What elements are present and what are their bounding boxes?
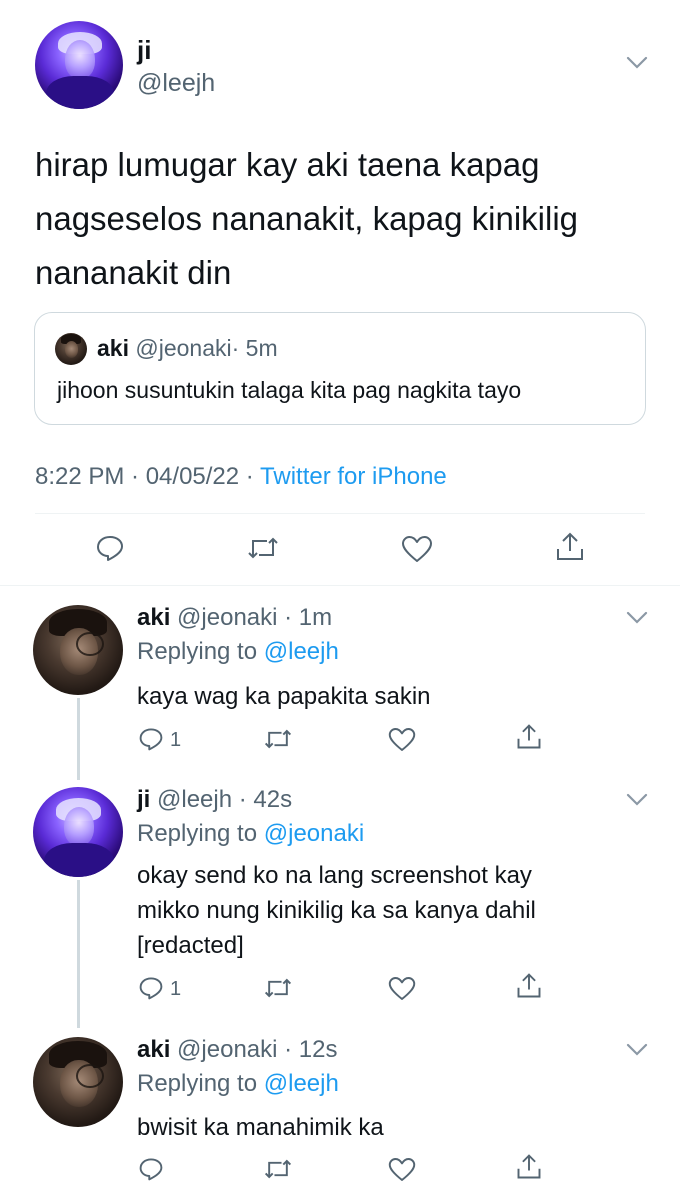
- reply-icon[interactable]: [138, 726, 164, 752]
- replying-to: Replying to @jeonaki: [137, 820, 365, 847]
- retweet-icon[interactable]: [263, 976, 293, 1000]
- tweet-source-link[interactable]: Twitter for iPhone: [260, 463, 447, 490]
- chevron-down-icon[interactable]: [626, 56, 648, 70]
- like-icon[interactable]: [388, 727, 416, 752]
- replying-to-handle[interactable]: @jeonaki: [264, 820, 364, 847]
- like-icon[interactable]: [401, 535, 433, 563]
- replying-to-handle[interactable]: @leejh: [264, 1070, 339, 1097]
- reply-display-name[interactable]: ji: [137, 786, 150, 813]
- avatar[interactable]: [33, 605, 123, 695]
- replying-to: Replying to @leejh: [137, 638, 339, 665]
- reply-display-name[interactable]: aki: [137, 604, 170, 631]
- chevron-down-icon[interactable]: [626, 793, 648, 807]
- avatar-body: [45, 75, 115, 109]
- replying-to: Replying to @leejh: [137, 1070, 339, 1097]
- thread-line: [77, 880, 80, 1028]
- tweet-text-line: nananakit din: [35, 254, 232, 291]
- share-icon[interactable]: [554, 531, 586, 563]
- author-handle[interactable]: @leejh: [137, 69, 215, 98]
- tweet-text-line: nagseselos nananakit, kapag kinikilig: [35, 200, 579, 237]
- quoted-display-name: aki: [97, 335, 129, 361]
- reply-icon[interactable]: [138, 975, 164, 1001]
- reply-count: 1: [170, 978, 182, 1000]
- reply-icon[interactable]: [138, 1156, 164, 1182]
- share-icon[interactable]: [515, 723, 543, 751]
- tweet-timestamp[interactable]: 8:22 PM · 04/05/22 ·: [35, 463, 254, 490]
- retweet-icon[interactable]: [263, 1157, 293, 1181]
- reply-header: aki @jeonaki · 12s: [137, 1036, 338, 1064]
- quoted-handle: @jeonaki: [135, 335, 232, 361]
- reply-count: 1: [170, 729, 182, 751]
- share-icon[interactable]: [515, 1153, 543, 1181]
- avatar[interactable]: [35, 21, 123, 109]
- like-icon[interactable]: [388, 1157, 416, 1182]
- quoted-header: aki @jeonaki· 5m: [97, 335, 278, 362]
- quoted-text: jihoon susuntukin talaga kita pag nagkit…: [57, 377, 522, 403]
- tweet-text: hirap lumugar kay aki taena kapag nagses…: [35, 138, 578, 300]
- thread-line: [77, 698, 80, 780]
- avatar[interactable]: [33, 787, 123, 877]
- reply-meta: @jeonaki · 12s: [177, 1036, 338, 1063]
- reply-header: ji @leejh · 42s: [137, 786, 292, 814]
- tweet-text-line: hirap lumugar kay aki taena kapag: [35, 146, 540, 183]
- replying-to-handle[interactable]: @leejh: [264, 638, 339, 665]
- retweet-icon[interactable]: [263, 727, 293, 751]
- avatar[interactable]: [33, 1037, 123, 1127]
- reply-meta: @jeonaki · 1m: [177, 604, 333, 631]
- quoted-tweet-card[interactable]: aki @jeonaki· 5m jihoon susuntukin talag…: [34, 312, 646, 425]
- share-icon[interactable]: [515, 972, 543, 1000]
- reply-icon[interactable]: [95, 533, 125, 563]
- tweet-metadata: 8:22 PM · 04/05/22 · Twitter for iPhone: [35, 463, 447, 491]
- divider: [0, 585, 680, 586]
- chevron-down-icon[interactable]: [626, 1043, 648, 1057]
- reply-text: okay send ko na lang screenshot kay mikk…: [137, 862, 536, 959]
- quoted-time: · 5m: [231, 335, 278, 361]
- divider: [35, 513, 645, 514]
- reply-header: aki @jeonaki · 1m: [137, 604, 332, 632]
- avatar-face: [64, 40, 95, 80]
- retweet-icon[interactable]: [246, 535, 280, 561]
- chevron-down-icon[interactable]: [626, 611, 648, 625]
- reply-text: bwisit ka manahimik ka: [137, 1114, 384, 1141]
- author-display-name[interactable]: ji: [137, 35, 151, 66]
- quoted-avatar: [55, 333, 87, 365]
- like-icon[interactable]: [388, 976, 416, 1001]
- reply-text: kaya wag ka papakita sakin: [137, 683, 431, 710]
- reply-display-name[interactable]: aki: [137, 1036, 170, 1063]
- reply-meta: @leejh · 42s: [157, 786, 293, 813]
